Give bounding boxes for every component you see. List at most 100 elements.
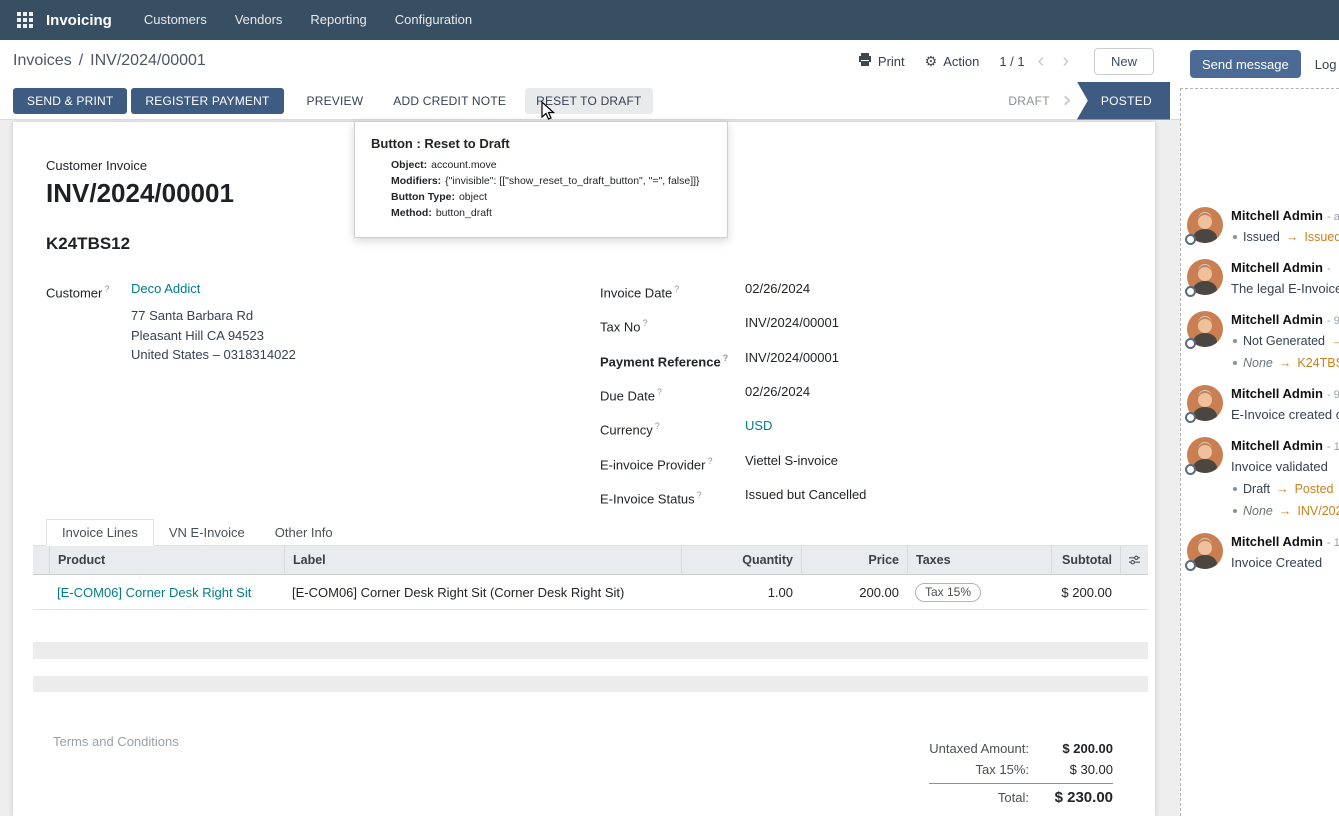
- customer-link[interactable]: Deco Addict: [131, 279, 200, 303]
- menu-configuration[interactable]: Configuration: [381, 0, 486, 40]
- pager: 1 / 1 ‹ ›: [999, 51, 1074, 71]
- invoice-number-title: INV/2024/00001: [46, 178, 234, 209]
- breadcrumb-current: INV/2024/00001: [90, 52, 206, 70]
- control-panel-actions: Print ⚙ Action 1 / 1 ‹ › New: [858, 48, 1154, 75]
- state-chevron-icon: [1060, 96, 1070, 106]
- state-draft[interactable]: DRAFT: [996, 94, 1062, 108]
- presence-dot: [1185, 286, 1196, 297]
- customer-block: Customer? Deco Addict 77 Santa Barbara R…: [46, 279, 486, 365]
- tab-other-info[interactable]: Other Info: [260, 520, 348, 545]
- tooltip-list: Object:account.move Modifiers:{"invisibl…: [377, 159, 711, 219]
- field-tax-no: Tax No? INV/2024/00001: [600, 313, 1145, 337]
- field-invoice-date: Invoice Date? 02/26/2024: [600, 279, 1145, 303]
- total-value: $ 230.00: [1031, 787, 1113, 808]
- currency-value[interactable]: USD: [745, 416, 772, 436]
- optional-columns-icon[interactable]: [1120, 546, 1148, 575]
- send-message-button[interactable]: Send message: [1190, 50, 1301, 78]
- send-and-print-button[interactable]: SEND & PRINT: [13, 88, 127, 114]
- payment-reference-value[interactable]: INV/2024/00001: [745, 348, 839, 368]
- column-taxes[interactable]: Taxes: [907, 546, 1051, 575]
- apps-menu-icon[interactable]: [12, 7, 38, 33]
- chatter-message: Mitchell Admin- 1 Invoice validated Draf…: [1187, 437, 1339, 522]
- tab-invoice-lines[interactable]: Invoice Lines: [46, 519, 154, 546]
- total-label: Total:: [998, 787, 1029, 808]
- message-body: Invoice validated: [1231, 456, 1339, 478]
- tax-label: Tax 15%:: [976, 759, 1029, 780]
- tab-strip: Invoice Lines VN E-Invoice Other Info: [33, 516, 1148, 546]
- menu-vendors[interactable]: Vendors: [221, 0, 297, 40]
- document-type-label: Customer Invoice: [46, 158, 147, 173]
- untaxed-amount-row: Untaxed Amount: $ 200.00: [929, 738, 1113, 759]
- invoice-date-value[interactable]: 02/26/2024: [745, 279, 810, 299]
- new-button[interactable]: New: [1094, 48, 1154, 75]
- breadcrumb-separator: /: [79, 52, 83, 70]
- pager-previous-icon[interactable]: ‹: [1033, 51, 1050, 71]
- tooltip-object: Object:account.move: [391, 159, 711, 171]
- column-quantity[interactable]: Quantity: [681, 546, 801, 575]
- presence-dot: [1185, 338, 1196, 349]
- line-tax-badge[interactable]: Tax 15%: [915, 583, 981, 602]
- print-button[interactable]: Print: [858, 53, 905, 69]
- tracking-arrow-icon: →: [1331, 330, 1339, 352]
- tooltip-button-type: Button Type:object: [391, 191, 711, 203]
- message-author: Mitchell Admin: [1231, 534, 1323, 549]
- log-note-button[interactable]: Log note: [1315, 57, 1339, 72]
- column-subtotal[interactable]: Subtotal: [1051, 546, 1120, 575]
- field-einvoice-status: E-Invoice Status? Issued but Cancelled: [600, 485, 1145, 509]
- tracking-arrow-icon: →: [1279, 500, 1292, 522]
- chatter-message: Mitchell Admin- a Issued→Issued but Canc…: [1187, 207, 1339, 248]
- avatar: [1187, 207, 1223, 243]
- line-label[interactable]: [E-COM06] Corner Desk Right Sit (Corner …: [284, 585, 681, 600]
- tracking-change: Draft→Posted: [1231, 478, 1339, 500]
- add-credit-note-button[interactable]: ADD CREDIT NOTE: [382, 88, 517, 114]
- form-statusbar: SEND & PRINT REGISTER PAYMENT PREVIEW AD…: [0, 82, 1180, 120]
- message-author: Mitchell Admin: [1231, 312, 1323, 327]
- chatter-message: Mitchell Admin- 9 Not Generated→Issued N…: [1187, 311, 1339, 374]
- line-price[interactable]: 200.00: [801, 585, 907, 600]
- tab-vn-einvoice[interactable]: VN E-Invoice: [154, 520, 260, 545]
- einvoice-provider-value[interactable]: Viettel S-invoice: [745, 451, 838, 471]
- due-date-value[interactable]: 02/26/2024: [745, 382, 810, 402]
- column-product[interactable]: Product: [49, 546, 284, 575]
- app-name[interactable]: Invoicing: [46, 12, 112, 29]
- tracking-arrow-icon: →: [1279, 352, 1292, 374]
- line-product-link[interactable]: [E-COM06] Corner Desk Right Sit: [57, 585, 251, 600]
- column-label[interactable]: Label: [284, 546, 681, 575]
- menu-reporting[interactable]: Reporting: [296, 0, 380, 40]
- state-posted[interactable]: POSTED: [1077, 82, 1170, 120]
- menu-customers[interactable]: Customers: [130, 0, 221, 40]
- breadcrumb-invoices-link[interactable]: Invoices: [13, 52, 72, 70]
- column-price[interactable]: Price: [801, 546, 907, 575]
- line-quantity[interactable]: 1.00: [681, 585, 801, 600]
- control-panel: Invoices / INV/2024/00001 Print ⚙ Action…: [0, 40, 1180, 82]
- message-time: - 9: [1327, 389, 1339, 401]
- gear-icon: ⚙: [925, 54, 938, 68]
- einvoice-status-value: Issued but Cancelled: [745, 485, 866, 505]
- tax-value: $ 30.00: [1031, 759, 1113, 780]
- tax-no-value[interactable]: INV/2024/00001: [745, 313, 839, 333]
- chatter-message: Mitchell Admin- 1 Invoice Created: [1187, 533, 1339, 574]
- help-icon: ?: [104, 284, 109, 294]
- help-icon: ?: [697, 490, 702, 500]
- avatar: [1187, 533, 1223, 569]
- message-body: E-Invoice created on Viettel S-invoice: [1231, 404, 1339, 426]
- invoice-line-row[interactable]: [E-COM06] Corner Desk Right Sit [E-COM06…: [33, 575, 1148, 610]
- message-author: Mitchell Admin: [1231, 386, 1323, 401]
- reset-to-draft-button[interactable]: RESET TO DRAFT: [525, 88, 653, 114]
- chatter-toolbar: Send message Log note: [1180, 40, 1339, 88]
- pager-next-icon[interactable]: ›: [1057, 51, 1074, 71]
- preview-button[interactable]: PREVIEW: [296, 88, 375, 114]
- action-label: Action: [943, 54, 979, 69]
- message-time: - 9: [1327, 315, 1339, 327]
- tracking-arrow-icon: →: [1276, 478, 1289, 500]
- top-navbar: Invoicing Customers Vendors Reporting Co…: [0, 0, 1339, 40]
- action-button[interactable]: ⚙ Action: [925, 54, 980, 69]
- terms-placeholder[interactable]: Terms and Conditions: [53, 734, 179, 749]
- presence-dot: [1185, 464, 1196, 475]
- field-due-date: Due Date? 02/26/2024: [600, 382, 1145, 406]
- message-time: - 1: [1327, 441, 1339, 453]
- register-payment-button[interactable]: REGISTER PAYMENT: [131, 88, 283, 114]
- chatter-panel: Send message Log note Mitchell Admin- a …: [1180, 40, 1339, 816]
- invoice-reference: K24TBS12: [46, 234, 130, 254]
- untaxed-amount-value: $ 200.00: [1031, 738, 1113, 759]
